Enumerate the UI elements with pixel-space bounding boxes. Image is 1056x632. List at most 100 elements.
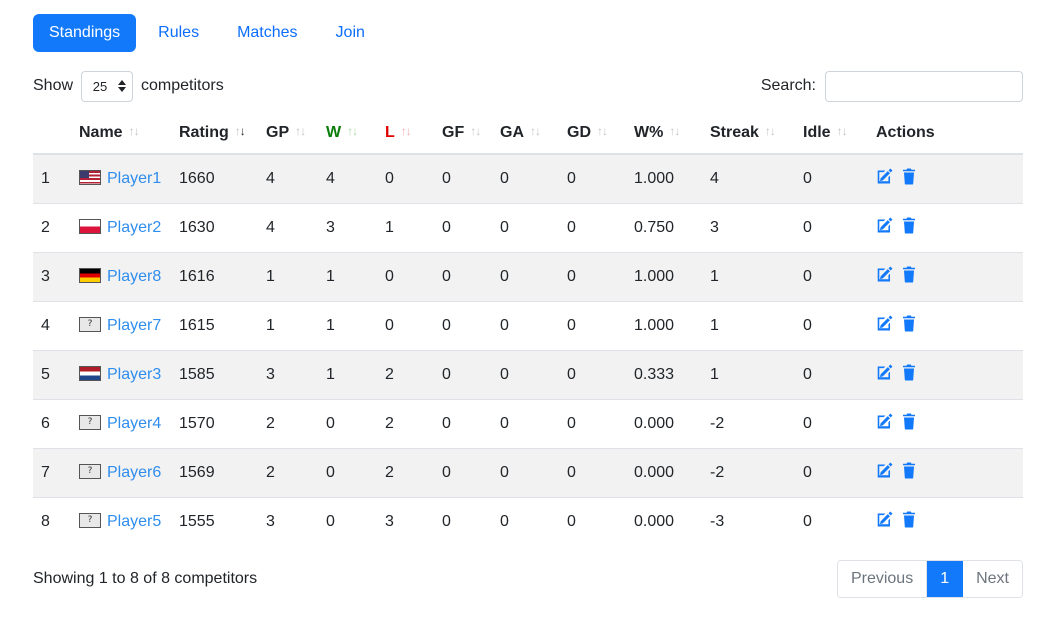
player-link[interactable]: Player3: [107, 366, 161, 383]
tab-rules[interactable]: Rules: [142, 14, 215, 52]
pagination-previous[interactable]: Previous: [837, 561, 928, 597]
table-head: Name ↑↓ Rating ↑↓ GP ↑↓ W ↑↓ L ↑↓ GF ↑↓ …: [33, 116, 1023, 155]
player-link[interactable]: Player1: [107, 170, 161, 187]
col-header-wp[interactable]: W% ↑↓: [626, 116, 702, 155]
col-header-streak[interactable]: Streak ↑↓: [702, 116, 795, 155]
tab-standings[interactable]: Standings: [33, 13, 137, 52]
delete-icon[interactable]: [901, 217, 917, 234]
edit-icon[interactable]: [876, 266, 893, 283]
player-link[interactable]: Player2: [107, 219, 161, 236]
edit-icon[interactable]: [876, 315, 893, 332]
table-row: 7Player615692020000.000-20: [33, 448, 1023, 498]
cell-idle: 0: [795, 350, 868, 400]
cell-name: Player4: [71, 399, 171, 449]
cell-ga: 0: [492, 497, 559, 546]
delete-icon[interactable]: [901, 462, 917, 479]
page-length-select-wrap: 25: [81, 70, 134, 102]
sort-icon-w: ↑↓: [347, 124, 358, 138]
col-header-w-label: W: [326, 124, 342, 141]
cell-gf: 0: [434, 153, 492, 204]
col-header-l[interactable]: L ↑↓: [377, 116, 434, 155]
pagination-page-1[interactable]: 1: [927, 561, 964, 597]
cell-w: 0: [318, 399, 377, 449]
table-row: 6Player415702020000.000-20: [33, 399, 1023, 449]
cell-gd: 0: [559, 497, 626, 546]
edit-icon[interactable]: [876, 217, 893, 234]
cell-wp: 0.333: [626, 350, 702, 400]
col-header-w[interactable]: W ↑↓: [318, 116, 377, 155]
sort-icon-gp: ↑↓: [295, 124, 306, 138]
nl-flag-icon: [79, 366, 101, 381]
cell-rating: 1555: [171, 497, 258, 546]
player-link[interactable]: Player6: [107, 464, 161, 481]
table-row: 1 Player1 1660 4 4 0 0 0 0 1.000 4 0: [33, 153, 1023, 204]
delete-icon[interactable]: [901, 511, 917, 528]
cell-actions: [868, 497, 1023, 546]
tab-matches[interactable]: Matches: [221, 14, 313, 52]
cell-idle: 0: [795, 301, 868, 351]
cell-rating: 1615: [171, 301, 258, 351]
tab-join[interactable]: Join: [320, 14, 381, 52]
delete-icon[interactable]: [901, 168, 917, 185]
de-flag-icon: [79, 268, 101, 283]
cell-w: 4: [318, 153, 377, 204]
col-header-rating[interactable]: Rating ↑↓: [171, 116, 258, 155]
search-input[interactable]: [825, 70, 1023, 102]
page-length-control: Show 25 competitors: [33, 70, 224, 102]
cell-streak: -3: [702, 497, 795, 546]
cell-rank: 5: [33, 350, 71, 400]
cell-ga: 0: [492, 153, 559, 204]
cell-name: Player3: [71, 350, 171, 400]
cell-name: Player7: [71, 301, 171, 351]
cell-wp: 0.000: [626, 497, 702, 546]
cell-idle: 0: [795, 399, 868, 449]
unknown-flag-icon: [79, 317, 101, 332]
cell-ga: 0: [492, 203, 559, 253]
cell-w: 3: [318, 203, 377, 253]
edit-icon[interactable]: [876, 413, 893, 430]
player-link[interactable]: Player8: [107, 268, 161, 285]
col-header-idle[interactable]: Idle ↑↓: [795, 116, 868, 155]
cell-ga: 0: [492, 448, 559, 498]
edit-icon[interactable]: [876, 364, 893, 381]
delete-icon[interactable]: [901, 315, 917, 332]
edit-icon[interactable]: [876, 511, 893, 528]
cell-gf: 0: [434, 252, 492, 302]
col-header-ga[interactable]: GA ↑↓: [492, 116, 559, 155]
page-length-select[interactable]: 25: [81, 70, 134, 102]
cell-streak: 4: [702, 153, 795, 204]
cell-l: 3: [377, 497, 434, 546]
col-header-ga-label: GA: [500, 124, 524, 141]
pagination-next[interactable]: Next: [963, 561, 1022, 597]
col-header-name[interactable]: Name ↑↓: [71, 116, 171, 155]
row-actions: [876, 364, 917, 381]
player-link[interactable]: Player5: [107, 513, 161, 530]
sort-icon-ga: ↑↓: [530, 124, 541, 138]
delete-icon[interactable]: [901, 266, 917, 283]
search-control: Search:: [760, 70, 1023, 102]
edit-icon[interactable]: [876, 168, 893, 185]
cell-gp: 1: [258, 252, 318, 302]
player-link[interactable]: Player7: [107, 317, 161, 334]
col-header-gp[interactable]: GP ↑↓: [258, 116, 318, 155]
delete-icon[interactable]: [901, 364, 917, 381]
col-header-l-label: L: [385, 124, 395, 141]
col-header-gf[interactable]: GF ↑↓: [434, 116, 492, 155]
player-link[interactable]: Player4: [107, 415, 161, 432]
search-label: Search:: [760, 77, 816, 94]
edit-icon[interactable]: [876, 462, 893, 479]
cell-actions: [868, 448, 1023, 498]
table-row: 4Player716151100001.00010: [33, 301, 1023, 351]
cell-actions: [868, 301, 1023, 351]
cell-gf: 0: [434, 203, 492, 253]
table-row: 3 Player8 1616 1 1 0 0 0 0 1.000 1 0: [33, 252, 1023, 302]
cell-w: 1: [318, 252, 377, 302]
col-header-rank: [33, 116, 71, 155]
col-header-idle-label: Idle: [803, 124, 831, 141]
delete-icon[interactable]: [901, 413, 917, 430]
cell-wp: 1.000: [626, 301, 702, 351]
cell-l: 0: [377, 301, 434, 351]
col-header-gd[interactable]: GD ↑↓: [559, 116, 626, 155]
cell-l: 0: [377, 153, 434, 204]
table-controls: Show 25 competitors Search:: [33, 64, 1023, 108]
